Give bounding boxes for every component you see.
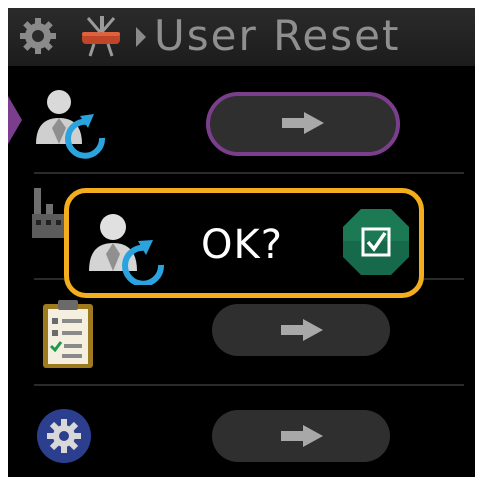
tools-icon[interactable]	[78, 14, 124, 58]
clipboard-checklist-icon	[43, 300, 93, 368]
factory-icon	[32, 188, 68, 238]
user-reset-icon	[36, 90, 106, 159]
breadcrumb-separator-icon	[136, 27, 146, 47]
arrow-right-icon	[282, 112, 324, 134]
gear-circle-icon	[37, 409, 91, 463]
user-reset-run-button[interactable]	[206, 92, 400, 156]
settings-run-button[interactable]	[212, 410, 390, 462]
checkbox-confirm-icon[interactable]	[341, 207, 411, 277]
arrow-right-icon	[281, 319, 323, 341]
page-title: User Reset	[154, 11, 401, 60]
selection-pointer	[8, 96, 22, 144]
header-bar: User Reset	[8, 8, 475, 66]
arrow-right-icon	[281, 425, 323, 447]
device-screen: User Reset OK?	[8, 8, 475, 477]
user-reset-icon	[89, 214, 165, 285]
dialog-message: OK?	[201, 222, 283, 268]
row-divider	[34, 384, 464, 386]
confirm-dialog: OK?	[64, 188, 424, 298]
row-divider	[34, 172, 464, 174]
gear-icon[interactable]	[18, 16, 58, 56]
checklist-run-button[interactable]	[212, 304, 390, 356]
